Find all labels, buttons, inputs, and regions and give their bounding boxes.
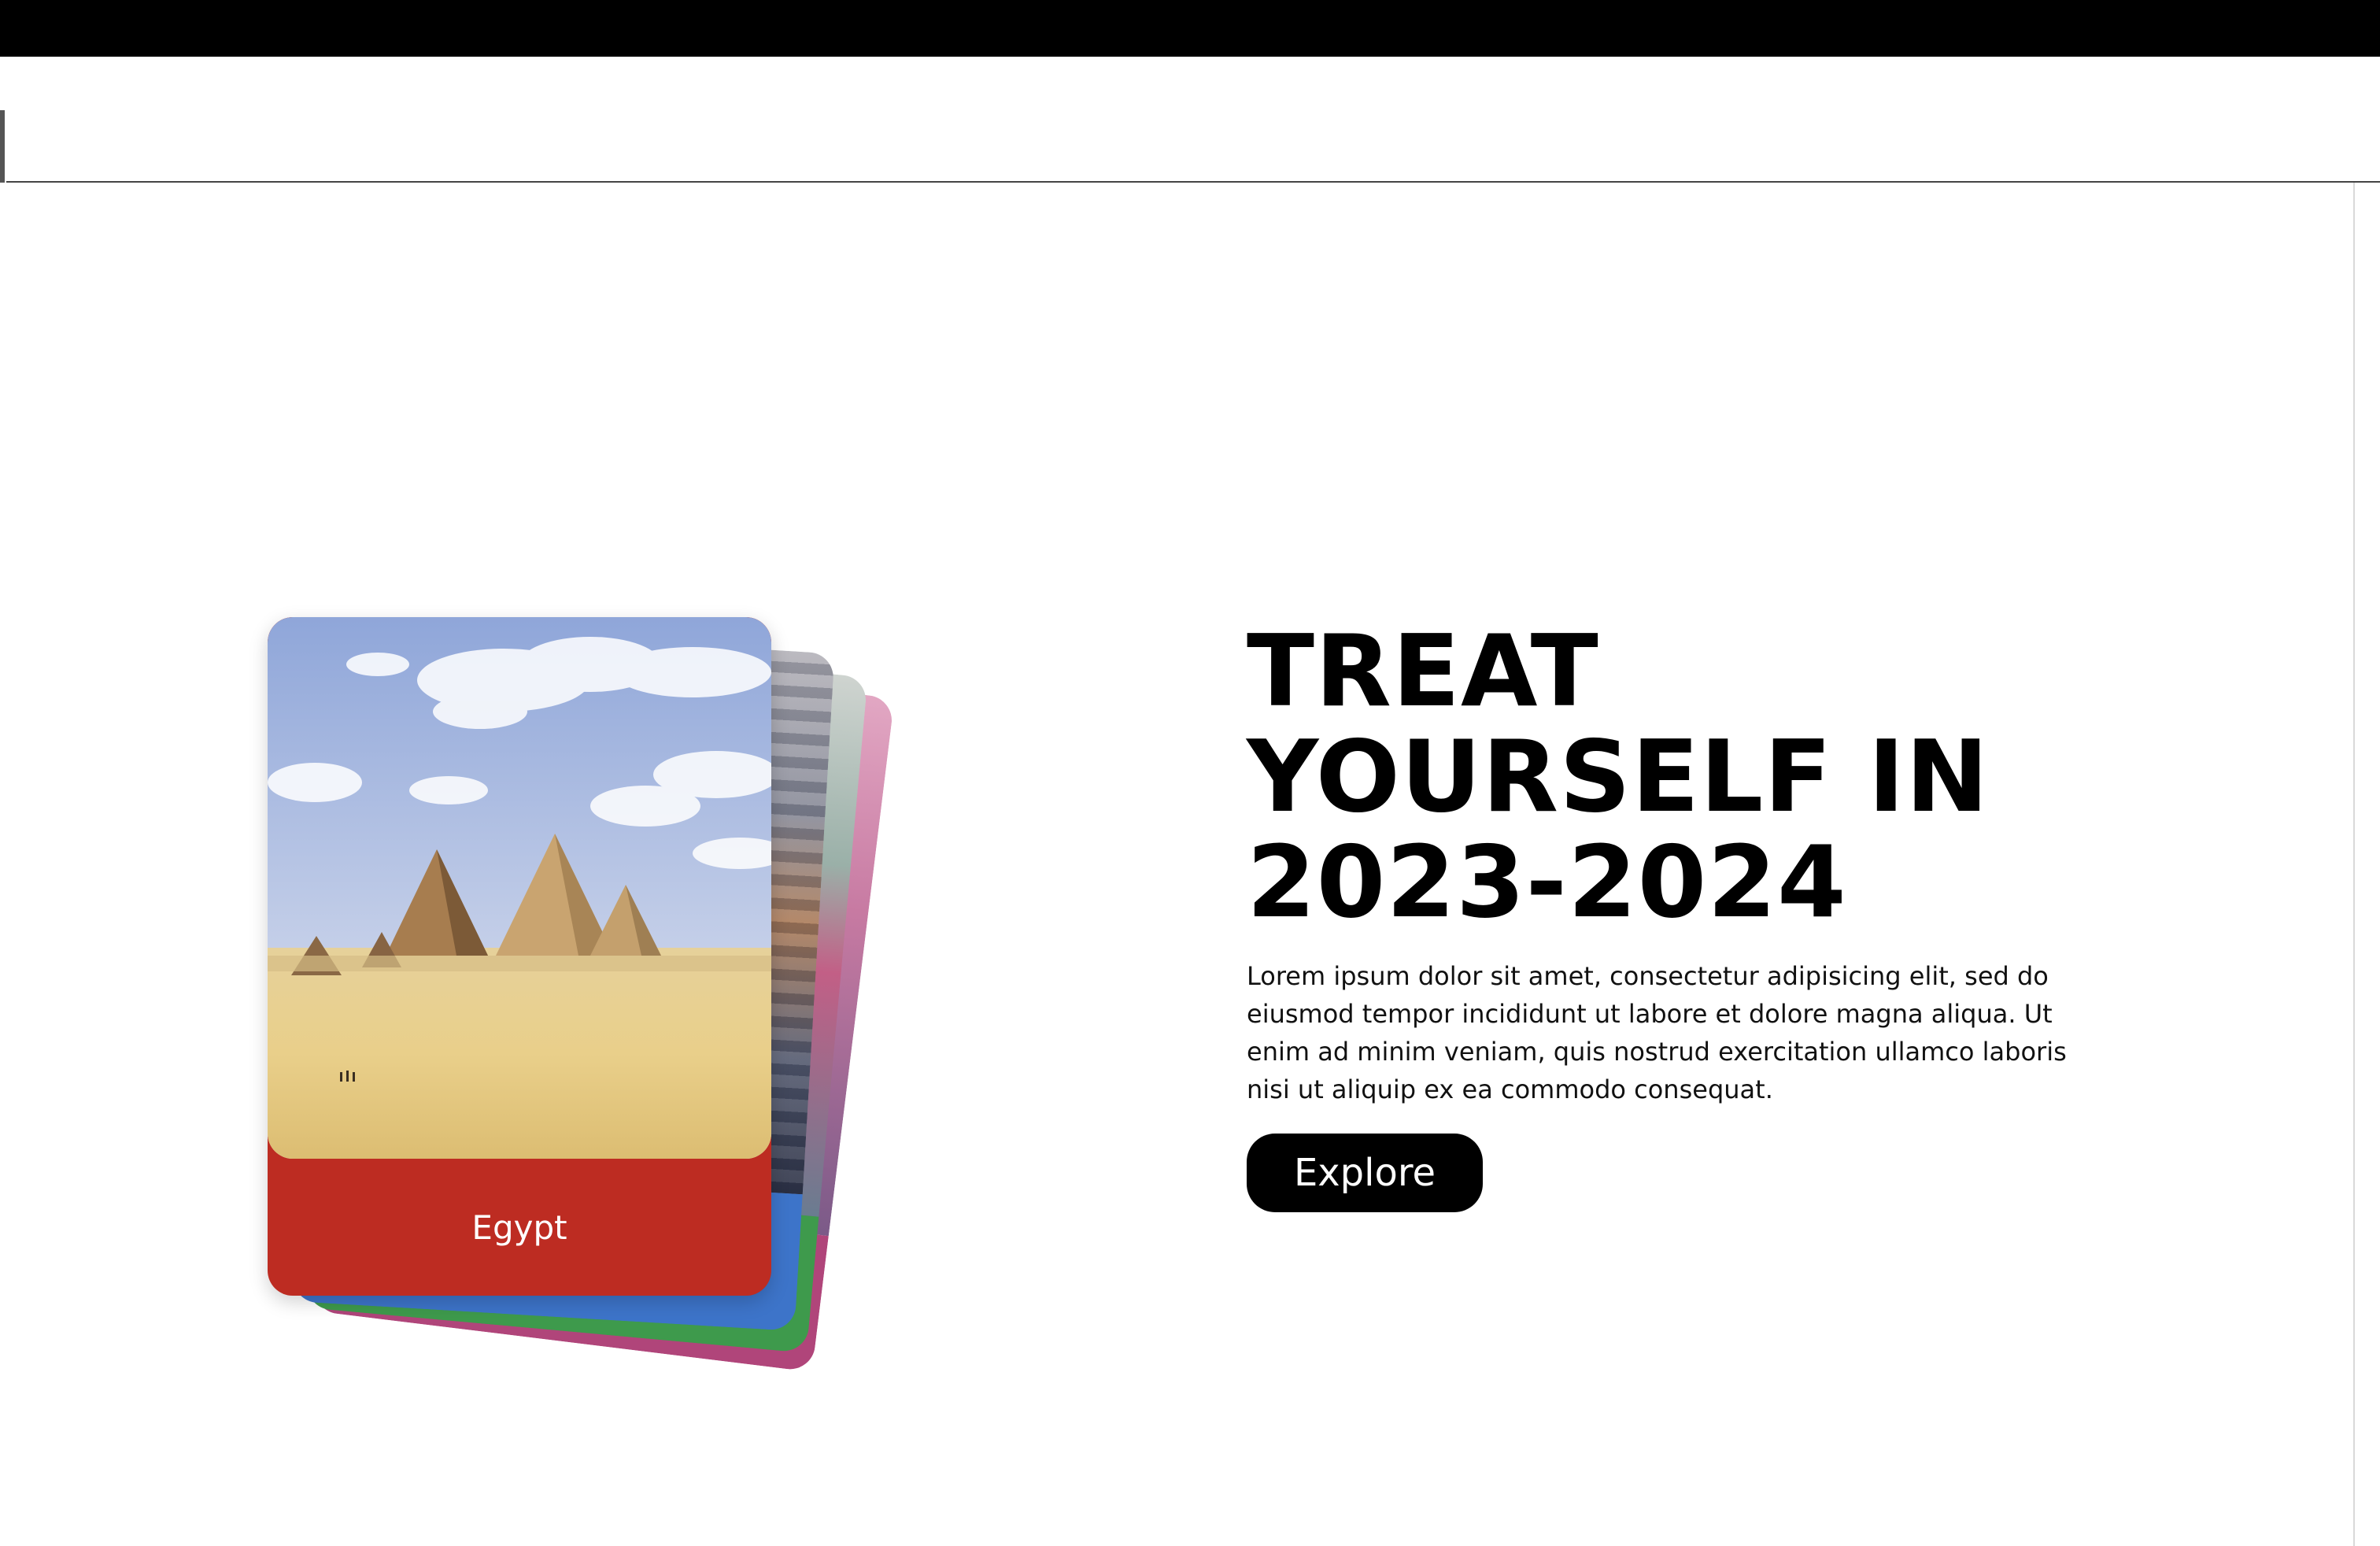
window-top-bar (0, 0, 2380, 57)
pyramids-photo (268, 617, 771, 1159)
hero-title-line: TREAT (1247, 613, 1599, 729)
hero-description: Lorem ipsum dolor sit amet, consectetur … (1247, 961, 2067, 1104)
destination-card-egypt[interactable]: Egypt (268, 617, 771, 1296)
hero-title-line: 2023-2024 (1247, 824, 1847, 940)
hero-title: TREAT YOURSELF IN 2023-2024 (1247, 619, 2112, 935)
destination-card-stack[interactable]: Egypt (268, 617, 895, 1372)
hero-section: TREAT YOURSELF IN 2023-2024 Lorem ipsum … (1247, 619, 2112, 1212)
explore-button[interactable]: Explore (1247, 1134, 1483, 1212)
browser-header (6, 57, 2380, 183)
window-left-edge (0, 110, 5, 183)
destination-card-label: Egypt (471, 1208, 567, 1247)
hero-title-line: YOURSELF IN (1247, 719, 1990, 834)
